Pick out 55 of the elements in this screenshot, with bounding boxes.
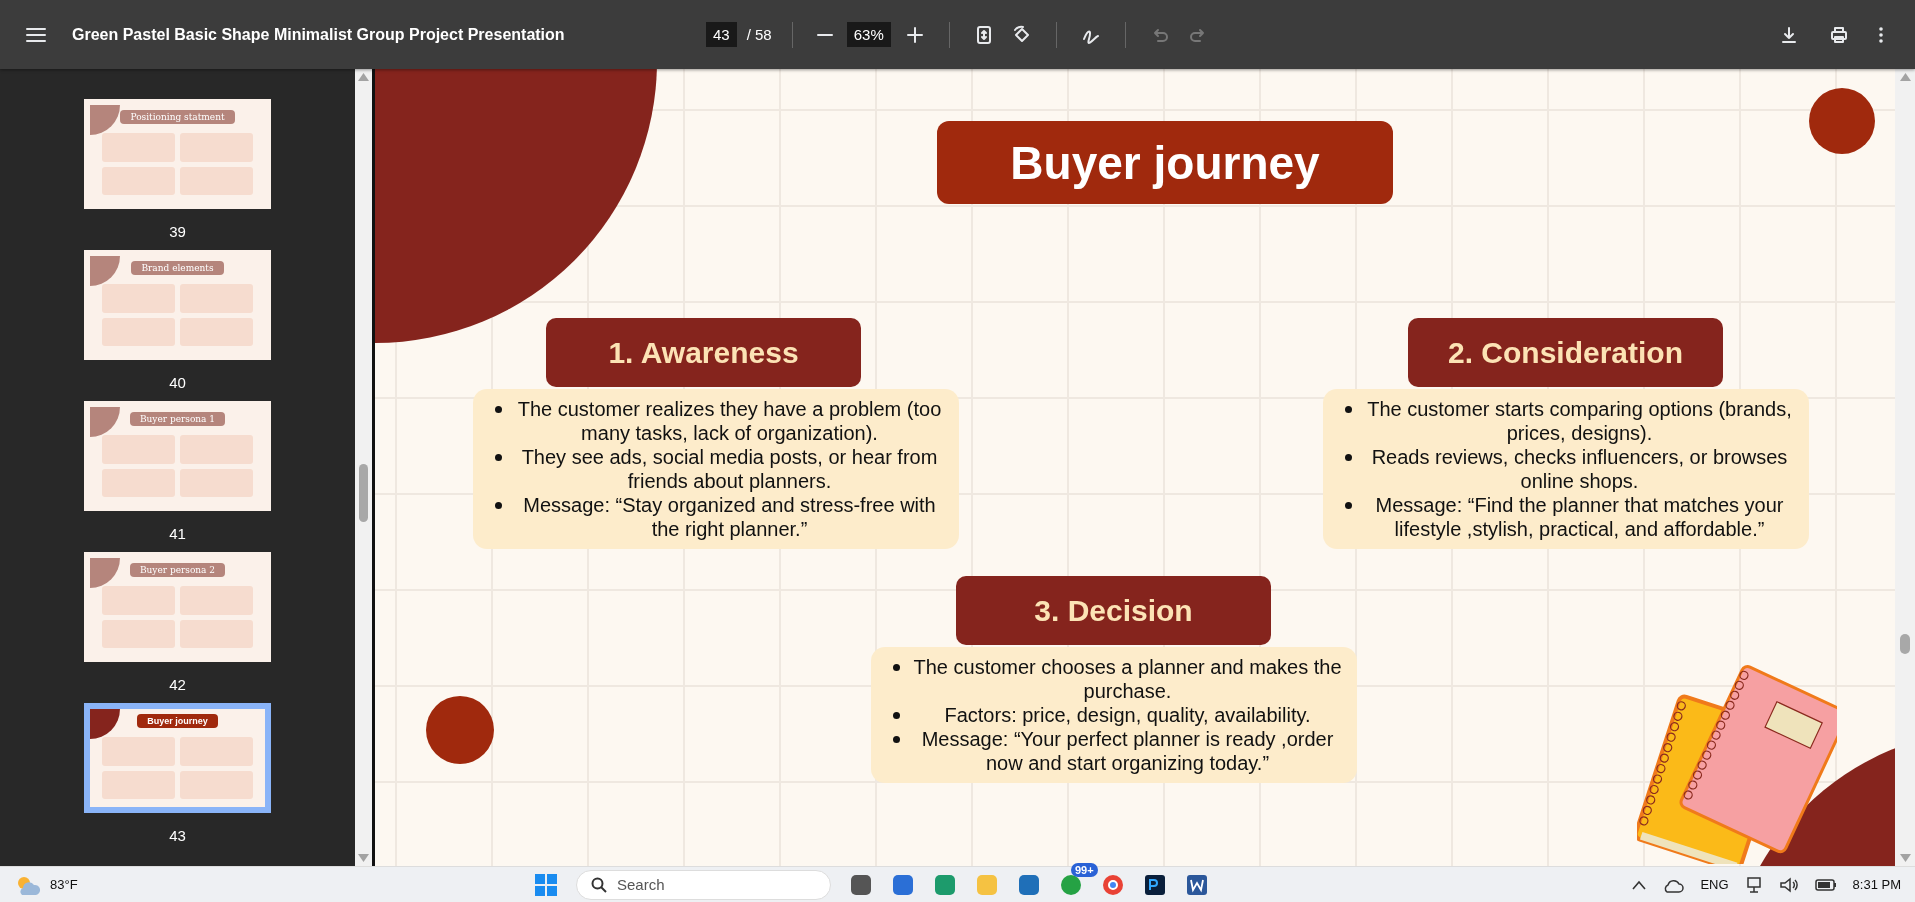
- thumbnail-title: Buyer persona 2: [129, 563, 226, 577]
- bullet-icon: [495, 454, 502, 461]
- search-field[interactable]: Search: [576, 869, 831, 900]
- stage-point: The customer starts comparing options (brands, prices, designs).: [1366, 397, 1793, 445]
- stage-point: Reads reviews, checks influencers, or browses online shops.: [1370, 445, 1789, 493]
- thumbnail-title: Brand elements: [131, 261, 224, 275]
- stage-point: The customer chooses a planner and makes the purchase.: [912, 655, 1343, 703]
- scrollbar-thumb[interactable]: [359, 464, 368, 522]
- stage-point: Message: “Find the planner that matches your lifestyle ,stylish, practical, and affordable.”: [1374, 493, 1785, 541]
- bullet-icon: [893, 664, 900, 671]
- stage-point: They see ads, social media posts, or hear from friends about planners.: [520, 445, 939, 493]
- stage-point: Message: “Your perfect planner is ready ,order now and start organizing today.”: [920, 727, 1335, 775]
- language-indicator[interactable]: ENG: [1700, 877, 1729, 892]
- app-icon[interactable]: [849, 872, 873, 897]
- scrollbar-thumb[interactable]: [1900, 634, 1910, 654]
- temperature: 83°F: [50, 877, 78, 892]
- page-total: / 58: [746, 26, 772, 43]
- bullet-icon: [893, 712, 900, 719]
- download-icon: [1779, 24, 1799, 45]
- stage-point: Factors: price, design, quality, availability.: [943, 703, 1312, 727]
- battery-icon[interactable]: [1814, 878, 1837, 891]
- bullet-icon: [495, 502, 502, 509]
- page-number: 42: [169, 676, 186, 693]
- stage-heading: 3. Decision: [956, 576, 1271, 645]
- print-icon: [1829, 24, 1849, 45]
- stage-heading: 1. Awareness: [546, 318, 861, 387]
- rotate-icon: [1011, 24, 1032, 45]
- thumbnail-title: Buyer journey: [137, 714, 218, 728]
- thumbnail-title: Buyer persona 1: [129, 412, 226, 426]
- chevron-up-icon[interactable]: [1632, 879, 1647, 890]
- page-number-field[interactable]: 43: [706, 22, 737, 47]
- search-icon: [591, 876, 607, 893]
- bullet-icon: [1345, 406, 1352, 413]
- zoom-level-field[interactable]: 63%: [846, 22, 891, 47]
- bullet-icon: [495, 406, 502, 413]
- stage-point: The customer realizes they have a problem (too many tasks, lack of organization).: [516, 397, 943, 445]
- zoom-in-icon: [904, 24, 925, 45]
- bullet-icon: [1345, 502, 1352, 509]
- slide-title: Buyer journey: [937, 121, 1393, 204]
- more-options-icon: [1879, 26, 1883, 43]
- page-number: 39: [169, 223, 186, 240]
- page-number: 43: [169, 827, 186, 844]
- clock-time[interactable]: 8:31 PM: [1852, 877, 1901, 892]
- bullet-icon: [1345, 454, 1352, 461]
- stage-heading: 2. Consideration: [1408, 318, 1723, 387]
- stage-point: Message: “Stay organized and stress-free with the right planner.”: [522, 493, 937, 541]
- volume-icon[interactable]: [1778, 875, 1799, 894]
- page-number: 41: [169, 525, 186, 542]
- menu-icon[interactable]: [26, 26, 46, 43]
- zoom-out-icon: [816, 32, 833, 37]
- bullet-icon: [893, 736, 900, 743]
- document-title: Green Pastel Basic Shape Minimalist Group Project Presentation: [72, 25, 565, 44]
- page-number: 40: [169, 374, 186, 391]
- slide-thumbnail[interactable]: Buyer journey: [84, 703, 271, 813]
- thumbnail-title: Positioning statment: [120, 110, 235, 124]
